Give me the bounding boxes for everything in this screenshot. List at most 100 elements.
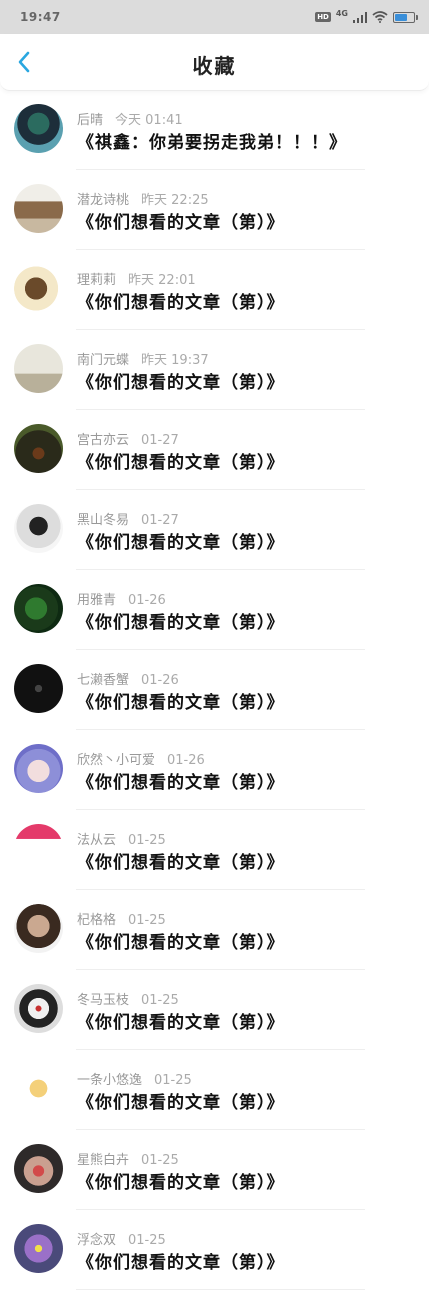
item-meta: 黑山冬易 01-27 xyxy=(77,509,179,528)
item-meta: 理莉莉 昨天 22:01 xyxy=(77,269,196,288)
article-title[interactable]: 《你们想看的文章（第）》 xyxy=(77,688,285,713)
favorites-list: 后晴 今天 01:41 《祺鑫：你弟要拐走我弟！！！》 潜龙诗桃 昨天 22:25 《你们… xyxy=(0,90,429,1290)
avatar[interactable] xyxy=(14,504,63,553)
list-item[interactable]: 南门元蝶 昨天 19:37 《你们想看的文章（第）》 xyxy=(0,330,429,410)
status-bar: 19:47 HD 4G xyxy=(0,0,429,34)
status-time: 19:47 xyxy=(20,10,61,24)
article-title[interactable]: 《你们想看的文章（第）》 xyxy=(77,368,285,393)
post-date: 01-26 xyxy=(141,673,179,688)
item-meta: 用雅青 01-26 xyxy=(77,589,166,608)
wifi-icon xyxy=(372,11,388,23)
avatar[interactable] xyxy=(14,424,63,473)
list-item[interactable]: 法从云 01-25 《你们想看的文章（第）》 xyxy=(0,810,429,890)
article-title[interactable]: 《你们想看的文章（第）》 xyxy=(77,608,285,633)
author-name[interactable]: 用雅青 xyxy=(77,593,116,608)
network-type: 4G xyxy=(335,8,348,18)
avatar[interactable] xyxy=(14,904,63,953)
list-item[interactable]: 用雅青 01-26 《你们想看的文章（第）》 xyxy=(0,570,429,650)
author-name[interactable]: 冬马玉枝 xyxy=(77,993,129,1008)
list-item[interactable]: 后晴 今天 01:41 《祺鑫：你弟要拐走我弟！！！》 xyxy=(0,90,429,170)
article-title[interactable]: 《你们想看的文章（第）》 xyxy=(77,1248,285,1273)
author-name[interactable]: 星熊白卉 xyxy=(77,1153,129,1168)
post-date: 01-26 xyxy=(167,753,205,768)
author-name[interactable]: 浮念双 xyxy=(77,1233,116,1248)
list-item[interactable]: 黑山冬易 01-27 《你们想看的文章（第）》 xyxy=(0,490,429,570)
item-meta: 七濑香蟹 01-26 xyxy=(77,669,179,688)
avatar[interactable] xyxy=(14,344,63,393)
item-meta: 南门元蝶 昨天 19:37 xyxy=(77,349,209,368)
author-name[interactable]: 理莉莉 xyxy=(77,273,116,288)
author-name[interactable]: 南门元蝶 xyxy=(77,353,129,368)
item-meta: 浮念双 01-25 xyxy=(77,1229,166,1248)
avatar[interactable] xyxy=(14,264,63,313)
article-title[interactable]: 《你们想看的文章（第）》 xyxy=(77,1008,285,1033)
list-item[interactable]: 一条小悠逸 01-25 《你们想看的文章（第）》 xyxy=(0,1050,429,1130)
list-item[interactable]: 杞格格 01-25 《你们想看的文章（第）》 xyxy=(0,890,429,970)
post-date: 01-25 xyxy=(154,1073,192,1088)
avatar[interactable] xyxy=(14,824,63,873)
item-meta: 欣然丶小可爱 01-26 xyxy=(77,749,205,768)
avatar[interactable] xyxy=(14,1144,63,1193)
article-title[interactable]: 《你们想看的文章（第）》 xyxy=(77,1088,285,1113)
author-name[interactable]: 法从云 xyxy=(77,833,116,848)
avatar[interactable] xyxy=(14,1064,63,1113)
post-date: 01-25 xyxy=(128,913,166,928)
list-item[interactable]: 理莉莉 昨天 22:01 《你们想看的文章（第）》 xyxy=(0,250,429,330)
item-meta: 法从云 01-25 xyxy=(77,829,166,848)
avatar[interactable] xyxy=(14,664,63,713)
article-title[interactable]: 《你们想看的文章（第）》 xyxy=(77,928,285,953)
nav-bar: 收藏 xyxy=(0,34,429,91)
post-date: 昨天 22:25 xyxy=(141,193,209,208)
author-name[interactable]: 黑山冬易 xyxy=(77,513,129,528)
post-date: 01-25 xyxy=(128,833,166,848)
article-title[interactable]: 《你们想看的文章（第）》 xyxy=(77,848,285,873)
post-date: 今天 01:41 xyxy=(115,113,183,128)
list-item[interactable]: 星熊白卉 01-25 《你们想看的文章（第）》 xyxy=(0,1130,429,1210)
list-item[interactable]: 七濑香蟹 01-26 《你们想看的文章（第）》 xyxy=(0,650,429,730)
status-icons: HD 4G xyxy=(315,8,418,23)
post-date: 昨天 22:01 xyxy=(128,273,196,288)
author-name[interactable]: 欣然丶小可爱 xyxy=(77,753,155,768)
item-meta: 星熊白卉 01-25 xyxy=(77,1149,179,1168)
article-title[interactable]: 《你们想看的文章（第）》 xyxy=(77,768,285,793)
article-title[interactable]: 《你们想看的文章（第）》 xyxy=(77,1168,285,1193)
article-title[interactable]: 《你们想看的文章（第）》 xyxy=(77,448,285,473)
avatar[interactable] xyxy=(14,184,63,233)
post-date: 昨天 19:37 xyxy=(141,353,209,368)
list-item[interactable]: 冬马玉枝 01-25 《你们想看的文章（第）》 xyxy=(0,970,429,1050)
battery-fill xyxy=(395,13,407,21)
item-meta: 冬马玉枝 01-25 xyxy=(77,989,179,1008)
article-title[interactable]: 《你们想看的文章（第）》 xyxy=(77,288,285,313)
battery-icon xyxy=(393,11,418,23)
avatar[interactable] xyxy=(14,584,63,633)
author-name[interactable]: 一条小悠逸 xyxy=(77,1073,142,1088)
list-item[interactable]: 潜龙诗桃 昨天 22:25 《你们想看的文章（第）》 xyxy=(0,170,429,250)
list-item[interactable]: 浮念双 01-25 《你们想看的文章（第）》 xyxy=(0,1210,429,1290)
author-name[interactable]: 后晴 xyxy=(77,113,103,128)
post-date: 01-25 xyxy=(141,1153,179,1168)
page-title: 收藏 xyxy=(192,54,237,78)
item-meta: 杞格格 01-25 xyxy=(77,909,166,928)
post-date: 01-27 xyxy=(141,513,179,528)
author-name[interactable]: 七濑香蟹 xyxy=(77,673,129,688)
list-item[interactable]: 欣然丶小可爱 01-26 《你们想看的文章（第）》 xyxy=(0,730,429,810)
hd-icon: HD xyxy=(315,12,331,22)
post-date: 01-27 xyxy=(141,433,179,448)
author-name[interactable]: 杞格格 xyxy=(77,913,116,928)
author-name[interactable]: 宫古亦云 xyxy=(77,433,129,448)
item-meta: 后晴 今天 01:41 xyxy=(77,109,183,128)
author-name[interactable]: 潜龙诗桃 xyxy=(77,193,129,208)
article-title[interactable]: 《你们想看的文章（第）》 xyxy=(77,208,285,233)
avatar[interactable] xyxy=(14,104,63,153)
avatar[interactable] xyxy=(14,1224,63,1273)
post-date: 01-25 xyxy=(128,1233,166,1248)
article-title[interactable]: 《你们想看的文章（第）》 xyxy=(77,528,285,553)
post-date: 01-26 xyxy=(128,593,166,608)
list-item[interactable]: 宫古亦云 01-27 《你们想看的文章（第）》 xyxy=(0,410,429,490)
item-meta: 宫古亦云 01-27 xyxy=(77,429,179,448)
avatar[interactable] xyxy=(14,984,63,1033)
avatar[interactable] xyxy=(14,744,63,793)
article-title[interactable]: 《祺鑫：你弟要拐走我弟！！！》 xyxy=(77,128,347,153)
item-meta: 潜龙诗桃 昨天 22:25 xyxy=(77,189,209,208)
item-meta: 一条小悠逸 01-25 xyxy=(77,1069,192,1088)
